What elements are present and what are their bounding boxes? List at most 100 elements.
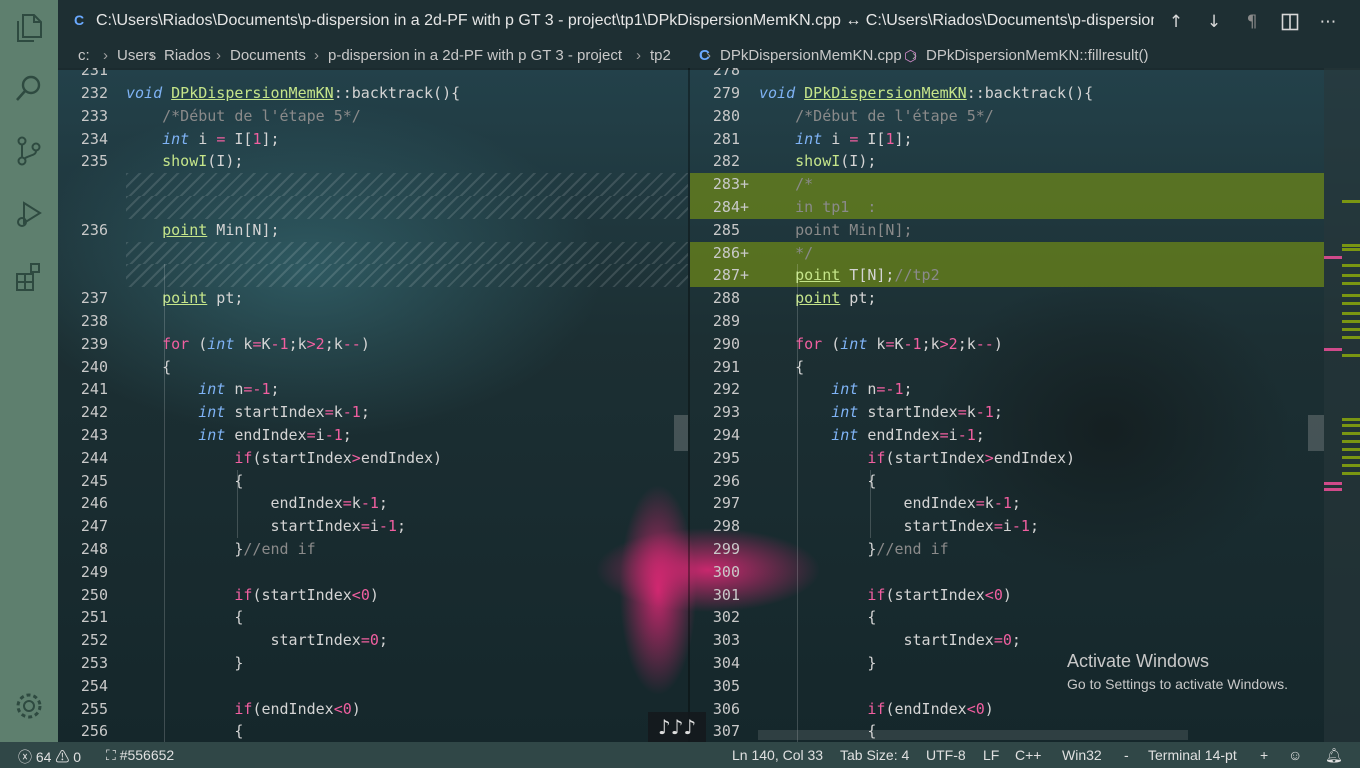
horizontal-scrollbar-thumb[interactable] — [758, 730, 1188, 740]
code-line[interactable]: 302 { — [690, 606, 1324, 629]
code-line[interactable]: 245 { — [58, 470, 688, 493]
activate-windows-watermark: Activate Windows Go to Settings to activ… — [1067, 651, 1288, 692]
previous-change-icon[interactable]: ↑ — [1163, 10, 1189, 34]
terminal-size[interactable]: Terminal 14-pt — [1148, 747, 1237, 763]
code-token: endIndex — [225, 426, 307, 444]
line-number: 254 — [80, 676, 108, 695]
tab-size[interactable]: Tab Size: 4 — [840, 747, 909, 763]
breadcrumb-item[interactable]: tp2 — [650, 47, 671, 64]
source-control-icon[interactable] — [13, 135, 45, 167]
more-actions-icon[interactable]: ⋯ — [1315, 10, 1341, 34]
code-token: < — [984, 585, 994, 604]
breadcrumb-item[interactable]: DPkDispersionMemKN.cpp — [720, 47, 902, 64]
code-line[interactable]: 240 { — [58, 356, 688, 379]
code-line[interactable]: 247 startIndex=i-1; — [58, 515, 688, 538]
diff-editor-original[interactable]: 231 232 void DPkDispersionMemKN::backtrack… — [58, 68, 688, 742]
code-line[interactable]: 244 if(startIndex>endIndex) — [58, 447, 688, 470]
code-line[interactable]: 235 showI(I); — [58, 150, 688, 173]
code-line[interactable]: 248 }//end if — [58, 538, 688, 561]
files-icon[interactable] — [13, 12, 45, 44]
code-line[interactable]: 283 + /* — [690, 173, 1324, 196]
notifications-bell-icon[interactable]: 🔔︎ — [1325, 747, 1343, 764]
breadcrumb-item[interactable]: c: — [78, 47, 90, 64]
code-line[interactable]: 246 endIndex=k-1; — [58, 492, 688, 515]
code-line[interactable]: 284 + in tp1 : — [690, 196, 1324, 219]
code-line[interactable]: 300 — [690, 561, 1324, 584]
diff-tab-title[interactable]: C:\Users\Riados\Documents\p-dispersion i… — [96, 12, 1154, 30]
language-mode[interactable]: C++ — [1015, 747, 1041, 763]
end-of-line[interactable]: LF — [983, 747, 999, 763]
feedback-icon[interactable]: ☺ — [1288, 747, 1302, 763]
code-line[interactable]: 279 void DPkDispersionMemKN::backtrack(){ — [690, 82, 1324, 105]
code-token: int — [198, 426, 226, 444]
diff-editor-modified[interactable]: 278 279 void DPkDispersionMemKN::backtrack… — [690, 68, 1324, 742]
code-line[interactable]: 292 int n=-1; — [690, 378, 1324, 401]
code-line[interactable]: 243 int endIndex=i-1; — [58, 424, 688, 447]
music-notes-icon[interactable]: ♪♪♪ — [648, 712, 706, 742]
remote-indicator[interactable]: ⛶ #556652 — [106, 747, 174, 764]
breadcrumb-item[interactable]: DPkDispersionMemKN::fillresult() — [926, 47, 1149, 64]
code-line[interactable]: 253 } — [58, 652, 688, 675]
search-icon[interactable] — [13, 72, 45, 104]
settings-gear-icon[interactable] — [13, 690, 45, 722]
code-line[interactable]: 290 for (int k=K-1;k>2;k--) — [690, 333, 1324, 356]
left-scrollbar-thumb[interactable] — [674, 415, 688, 451]
code-line[interactable]: 236 point Min[N]; — [58, 219, 688, 242]
code-line[interactable]: 280 /*Début de l'étape 5*/ — [690, 105, 1324, 128]
code-line[interactable]: 241 int n=-1; — [58, 378, 688, 401]
toggle-whitespace-icon[interactable]: ¶ — [1239, 10, 1265, 34]
code-line[interactable]: 287 + point T[N];//tp2 — [690, 264, 1324, 287]
code-token: I[ — [858, 129, 886, 148]
code-line[interactable]: 242 int startIndex=k-1; — [58, 401, 688, 424]
code-line[interactable]: 294 int endIndex=i-1; — [690, 424, 1324, 447]
right-scrollbar-thumb[interactable] — [1308, 415, 1324, 451]
overview-ruler[interactable] — [1324, 68, 1360, 742]
code-line[interactable]: 239 for (int k=K-1;k>2;k--) — [58, 333, 688, 356]
code-line[interactable]: 251 { — [58, 606, 688, 629]
code-line[interactable]: 255 if(endIndex<0) — [58, 698, 688, 721]
code-line[interactable]: 289 — [690, 310, 1324, 333]
errors-indicator[interactable]: ⓧ 64 ⚠ 0 — [18, 747, 81, 767]
code-token: 0 — [1002, 631, 1012, 650]
code-line[interactable]: 234 int i = I[1]; — [58, 128, 688, 151]
platform-config[interactable]: Win32 — [1062, 747, 1102, 763]
code-token: int — [840, 334, 868, 353]
breadcrumb-item[interactable]: p-dispersion in a 2d-PF with p GT 3 - pr… — [328, 47, 622, 64]
run-debug-icon[interactable] — [13, 198, 45, 230]
code-line[interactable]: 295 if(startIndex>endIndex) — [690, 447, 1324, 470]
next-change-icon[interactable]: ↓ — [1201, 10, 1227, 34]
code-line[interactable]: 296 { — [690, 470, 1324, 493]
code-token: DPkDispersionMemKN — [171, 84, 334, 102]
code-line[interactable]: 254 — [58, 675, 688, 698]
code-line[interactable]: 233 /*Début de l'étape 5*/ — [58, 105, 688, 128]
code-line[interactable]: 288 point pt; — [690, 287, 1324, 310]
extensions-icon[interactable] — [13, 261, 45, 293]
code-line[interactable]: 281 int i = I[1]; — [690, 128, 1324, 151]
breadcrumb-item[interactable]: Riados — [164, 47, 211, 64]
code-line[interactable]: 299 }//end if — [690, 538, 1324, 561]
breadcrumb-item[interactable]: Documents — [230, 47, 306, 64]
new-terminal-button[interactable]: + — [1260, 747, 1268, 763]
code-line[interactable]: 237 point pt; — [58, 287, 688, 310]
code-line[interactable]: 306 if(endIndex<0) — [690, 698, 1324, 721]
code-text: if(endIndex<0) — [759, 700, 993, 718]
code-line[interactable]: 297 endIndex=k-1; — [690, 492, 1324, 515]
code-line[interactable]: 282 showI(I); — [690, 150, 1324, 173]
code-line[interactable]: 285 point Min[N]; — [690, 219, 1324, 242]
code-line[interactable]: 250 if(startIndex<0) — [58, 584, 688, 607]
code-line[interactable]: 303 startIndex=0; — [690, 629, 1324, 652]
code-line[interactable]: 301 if(startIndex<0) — [690, 584, 1324, 607]
code-line[interactable]: 293 int startIndex=k-1; — [690, 401, 1324, 424]
code-line[interactable]: 298 startIndex=i-1; — [690, 515, 1324, 538]
code-line[interactable]: 232 void DPkDispersionMemKN::backtrack(){ — [58, 82, 688, 105]
cursor-position[interactable]: Ln 140, Col 33 — [732, 747, 823, 763]
code-line[interactable]: 286 + */ — [690, 242, 1324, 265]
code-line[interactable]: 238 — [58, 310, 688, 333]
encoding[interactable]: UTF-8 — [926, 747, 966, 763]
code-token: 1 — [1020, 517, 1030, 536]
code-line[interactable]: 249 — [58, 561, 688, 584]
split-editor-icon[interactable] — [1277, 10, 1303, 34]
code-line[interactable]: 252 startIndex=0; — [58, 629, 688, 652]
code-line[interactable]: 291 { — [690, 356, 1324, 379]
code-line[interactable]: 256 { — [58, 720, 688, 742]
